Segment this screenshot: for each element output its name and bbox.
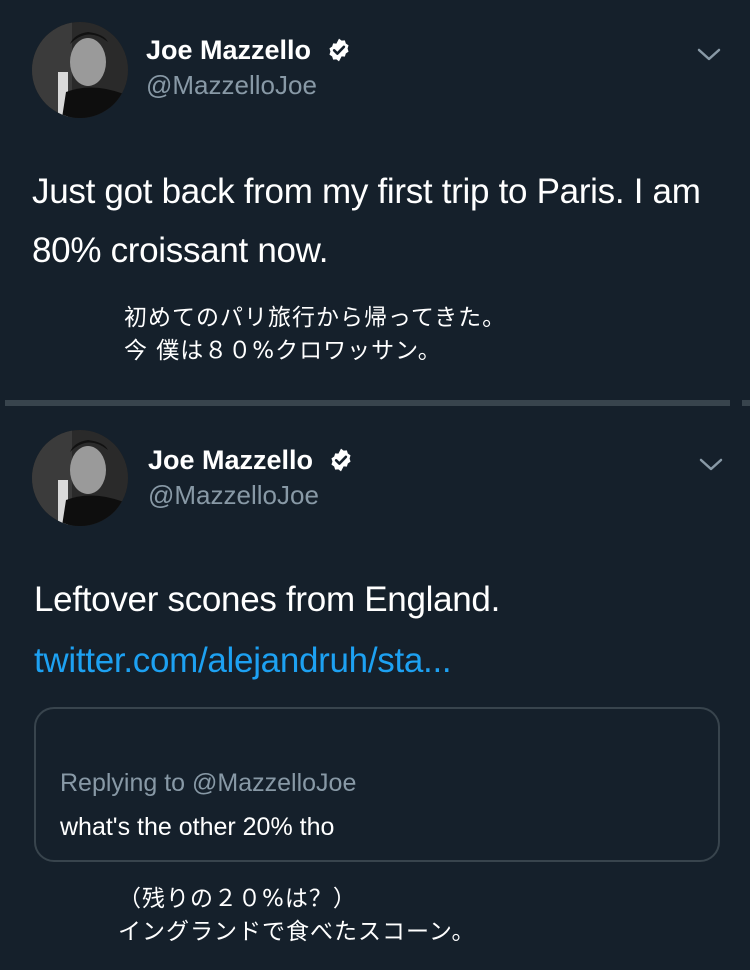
replying-to-text: Replying to @MazzelloJoe [60,769,357,797]
tweet-1[interactable]: Joe Mazzello @MazzelloJoe Just got back … [0,0,750,400]
translation-caption: （残りの２０%は？） イングランドで食べたスコーン。 [118,883,475,949]
chevron-down-icon[interactable] [698,457,724,473]
chevron-down-icon[interactable] [696,47,722,63]
avatar-photo [32,22,128,118]
tweet-divider [5,400,730,406]
caption-line: 今 僕は８０%クロワッサン。 [124,338,442,364]
tweet-2[interactable]: Joe Mazzello @MazzelloJoe Leftover scone… [0,407,750,970]
avatar-photo [32,430,128,526]
tweet-link[interactable]: twitter.com/alejandruh/sta... [34,641,452,681]
caption-line: イングランドで食べたスコーン。 [118,919,476,945]
author-handle[interactable]: @MazzelloJoe [146,70,317,101]
caption-line: 初めてのパリ旅行から帰ってきた。 [124,305,507,331]
avatar[interactable] [32,22,128,118]
tweet-divider [742,400,750,406]
author-handle[interactable]: @MazzelloJoe [148,480,319,511]
author-name[interactable]: Joe Mazzello [146,35,311,66]
verified-badge-icon [331,448,351,472]
author-name[interactable]: Joe Mazzello [148,445,313,476]
quoted-tweet-text: what's the other 20% tho [60,813,335,841]
caption-line: （残りの２０%は？） [118,886,357,912]
translation-caption: 初めてのパリ旅行から帰ってきた。 今 僕は８０%クロワッサン。 [124,302,506,368]
quoted-tweet[interactable]: Replying to @MazzelloJoe what's the othe… [34,707,720,862]
avatar[interactable] [32,430,128,526]
verified-badge-icon [329,38,349,62]
tweet-text: Just got back from my first trip to Pari… [32,172,701,270]
tweet-text: Leftover scones from England. [34,580,501,619]
